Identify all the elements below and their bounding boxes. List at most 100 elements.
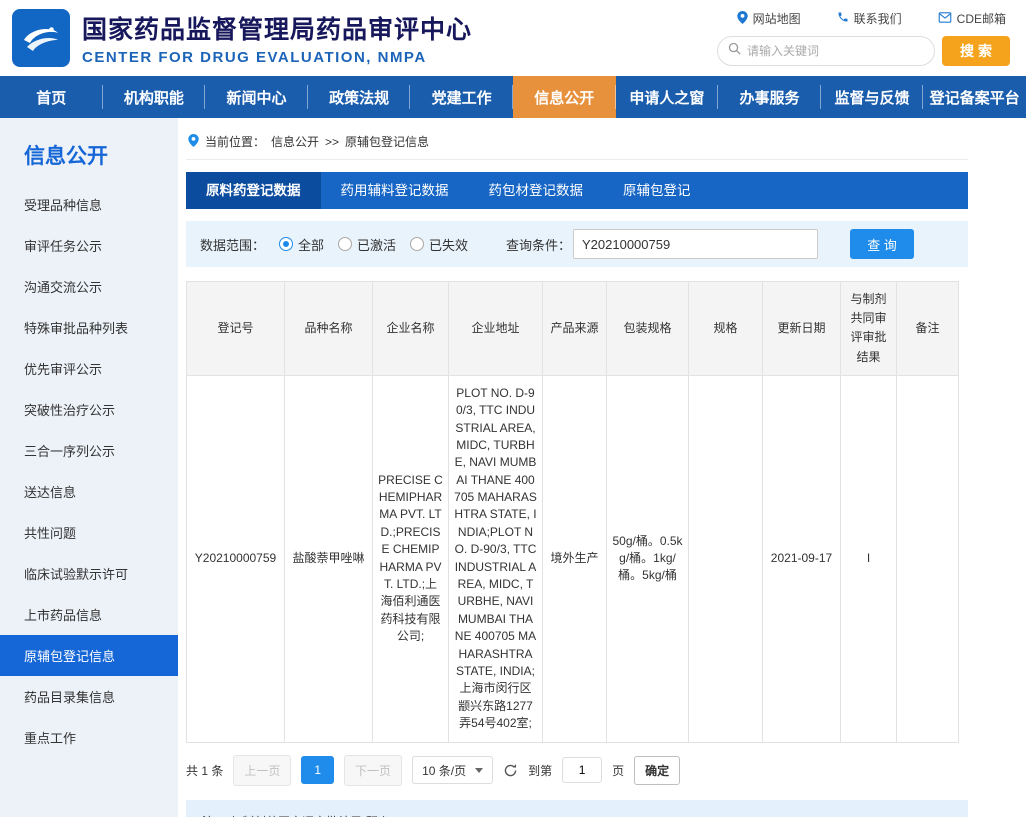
nav-item-registration-platform[interactable]: 登记备案平台 [923,76,1026,118]
cell-company-address: PLOT NO. D-90/3, TTC INDUSTRIAL AREA, MI… [449,375,543,742]
page-body: 信息公开 受理品种信息 审评任务公示 沟通交流公示 特殊审批品种列表 优先审评公… [0,118,1026,817]
site-header: 国家药品监督管理局药品审评中心 CENTER FOR DRUG EVALUATI… [0,0,1026,76]
search-button[interactable]: 搜索 [942,36,1010,66]
contact-link[interactable]: 联系我们 [837,10,902,27]
main-nav: 首页 机构职能 新闻中心 政策法规 党建工作 信息公开 申请人之窗 办事服务 监… [0,76,1026,118]
cell-joint-review-result: I [841,375,897,742]
cell-spec [689,375,763,742]
page-size-value: 10 条/页 [422,762,466,779]
site-subtitle: CENTER FOR DRUG EVALUATION, NMPA [82,49,472,66]
radio-all[interactable]: 全部 [279,235,324,254]
tab-api-data[interactable]: 原料药登记数据 [186,172,321,209]
goto-confirm-button[interactable]: 确定 [634,756,680,785]
filter-bar: 数据范围： 全部 已激活 已失效 查询条件： 查 询 [186,221,968,267]
nav-item-home[interactable]: 首页 [0,76,103,118]
sidebar-item-accepted-products[interactable]: 受理品种信息 [0,184,178,225]
col-joint-review-result: 与制剂共同审评审批结果 [841,282,897,376]
sidebar-item-review-tasks[interactable]: 审评任务公示 [0,225,178,266]
footnote-title: 注：“与制剂共同审评审批结果”释义： [202,810,952,817]
pagination: 共 1 条 上一页 1 下一页 10 条/页 到第 页 确定 [186,755,968,786]
nav-item-services[interactable]: 办事服务 [718,76,821,118]
col-remarks: 备注 [897,282,959,376]
tab-packaging-data[interactable]: 药包材登记数据 [469,172,604,209]
page-number-button[interactable]: 1 [301,756,334,784]
sidebar-item-priority-review[interactable]: 优先审评公示 [0,348,178,389]
nav-item-policies[interactable]: 政策法规 [308,76,411,118]
sidebar-item-common-issues[interactable]: 共性问题 [0,512,178,553]
prev-page-button[interactable]: 上一页 [233,755,291,786]
map-pin-icon [737,11,748,27]
sidebar-item-drug-catalog[interactable]: 药品目录集信息 [0,676,178,717]
breadcrumb: 当前位置： 信息公开 >> 原辅包登记信息 [186,124,968,160]
breadcrumb-current: 原辅包登记信息 [345,133,429,150]
quick-links: 网站地图 联系我们 CDE邮箱 [737,10,1010,27]
site-title: 国家药品监督管理局药品审评中心 [82,10,472,46]
search-box [717,36,935,66]
search-input[interactable] [747,44,924,58]
refresh-icon[interactable] [503,763,518,778]
mailbox-link[interactable]: CDE邮箱 [938,10,1006,27]
col-package-spec: 包装规格 [607,282,689,376]
radio-activated-label: 已激活 [357,235,396,254]
nav-item-applicant-window[interactable]: 申请人之窗 [616,76,719,118]
site-title-block: 国家药品监督管理局药品审评中心 CENTER FOR DRUG EVALUATI… [82,10,472,66]
search-row: 搜索 [717,36,1010,66]
sidebar: 信息公开 受理品种信息 审评任务公示 沟通交流公示 特殊审批品种列表 优先审评公… [0,118,178,817]
radio-expired-dot [410,237,424,251]
cde-logo-glyph [20,17,62,59]
sidebar-item-special-approval-list[interactable]: 特殊审批品种列表 [0,307,178,348]
contact-label: 联系我们 [854,10,902,27]
footnote: 注：“与制剂共同审评审批结果”释义： 符号 代表含义 A 已批准在上市制剂中使用… [186,800,968,817]
goto-page-input[interactable] [562,757,602,783]
breadcrumb-separator: >> [325,135,339,149]
nav-item-info-disclosure[interactable]: 信息公开 [513,76,616,118]
sidebar-item-apie-registration[interactable]: 原辅包登记信息 [0,635,178,676]
tab-apie-registration[interactable]: 原辅包登记 [603,172,711,209]
goto-unit: 页 [612,762,624,779]
mail-icon [938,12,952,26]
col-update-date: 更新日期 [763,282,841,376]
sidebar-item-breakthrough-therapy[interactable]: 突破性治疗公示 [0,389,178,430]
results-table: 登记号 品种名称 企业名称 企业地址 产品来源 包装规格 规格 更新日期 与制剂… [186,281,959,743]
query-button[interactable]: 查 询 [850,229,914,259]
radio-all-dot [279,237,293,251]
table-header-row: 登记号 品种名称 企业名称 企业地址 产品来源 包装规格 规格 更新日期 与制剂… [187,282,959,376]
mailbox-label: CDE邮箱 [957,10,1006,27]
main-content: 当前位置： 信息公开 >> 原辅包登记信息 原料药登记数据 药用辅料登记数据 药… [178,118,1026,817]
sidebar-item-communication[interactable]: 沟通交流公示 [0,266,178,307]
cell-registration-no: Y20210000759 [187,375,285,742]
cell-product-name: 盐酸萘甲唑啉 [285,375,373,742]
breadcrumb-section[interactable]: 信息公开 [271,133,319,150]
radio-activated[interactable]: 已激活 [338,235,396,254]
breadcrumb-prefix: 当前位置： [205,133,265,150]
sidebar-item-three-in-one[interactable]: 三合一序列公示 [0,430,178,471]
search-icon [728,42,741,60]
query-input[interactable] [573,229,818,259]
nav-item-party-building[interactable]: 党建工作 [410,76,513,118]
sitemap-label: 网站地图 [753,10,801,27]
sidebar-item-marketed-drugs[interactable]: 上市药品信息 [0,594,178,635]
sidebar-item-key-work[interactable]: 重点工作 [0,717,178,758]
col-company-name: 企业名称 [373,282,449,376]
sidebar-item-delivery-info[interactable]: 送达信息 [0,471,178,512]
nav-item-news[interactable]: 新闻中心 [205,76,308,118]
col-registration-no: 登记号 [187,282,285,376]
nav-item-functions[interactable]: 机构职能 [103,76,206,118]
total-count: 共 1 条 [186,762,223,779]
radio-all-label: 全部 [298,235,324,254]
tab-excipient-data[interactable]: 药用辅料登记数据 [321,172,469,209]
nav-item-supervision-feedback[interactable]: 监督与反馈 [821,76,924,118]
radio-activated-dot [338,237,352,251]
cell-company-name: PRECISE CHEMIPHARMA PVT. LTD.;PRECISE CH… [373,375,449,742]
header-right: 网站地图 联系我们 CDE邮箱 搜索 [717,10,1010,66]
sidebar-item-clinical-trial-license[interactable]: 临床试验默示许可 [0,553,178,594]
col-product-name: 品种名称 [285,282,373,376]
page-size-select[interactable]: 10 条/页 [412,756,493,784]
sitemap-link[interactable]: 网站地图 [737,10,801,27]
tab-bar: 原料药登记数据 药用辅料登记数据 药包材登记数据 原辅包登记 [186,172,968,209]
next-page-button[interactable]: 下一页 [344,755,402,786]
cell-product-source: 境外生产 [543,375,607,742]
radio-expired-label: 已失效 [429,235,468,254]
col-product-source: 产品来源 [543,282,607,376]
radio-expired[interactable]: 已失效 [410,235,468,254]
